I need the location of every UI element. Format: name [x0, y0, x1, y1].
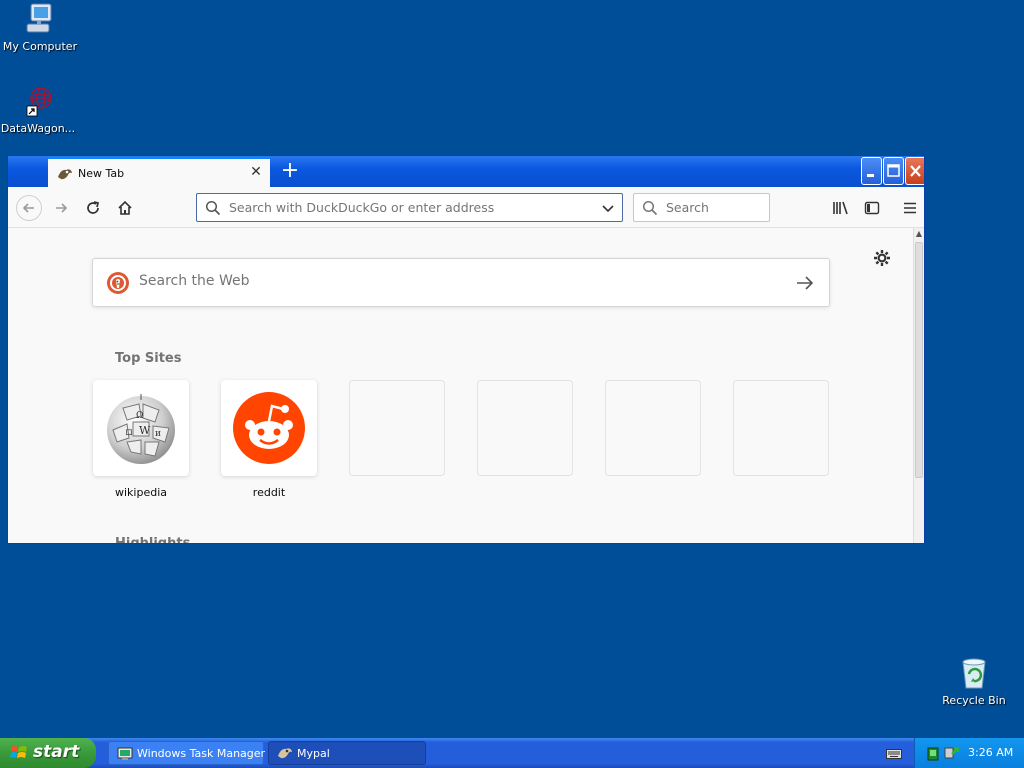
tab-new-tab[interactable]: New Tab ✕	[48, 157, 270, 188]
scroll-up-icon[interactable]: ▲	[914, 228, 924, 240]
minimize-button[interactable]	[861, 157, 882, 185]
taskbar-item-task-manager[interactable]: Windows Task Manager	[108, 741, 266, 765]
top-site-placeholder[interactable]	[733, 380, 829, 476]
reddit-alien-icon	[233, 392, 305, 464]
window-titlebar[interactable]: New Tab ✕ +	[8, 156, 924, 188]
system-clock[interactable]: 3:26 AM	[968, 746, 1013, 759]
svg-text:ロ: ロ	[125, 428, 133, 437]
task-manager-icon	[117, 746, 133, 765]
maximize-icon	[887, 164, 900, 177]
top-site-reddit[interactable]: reddit	[221, 380, 317, 499]
browser-window: New Tab ✕ + Search with DuckDuckGo or en…	[7, 155, 925, 544]
back-button[interactable]	[16, 195, 42, 221]
top-site-tile[interactable]: Ω W и ロ	[93, 380, 189, 476]
new-tab-plus-icon[interactable]: +	[278, 160, 302, 184]
keyboard-icon[interactable]	[886, 746, 902, 765]
search-input[interactable]	[666, 200, 766, 215]
duckduckgo-icon	[106, 271, 130, 299]
home-button[interactable]	[112, 195, 138, 221]
library-button[interactable]	[828, 195, 854, 221]
desktop-icon-recycle-bin[interactable]: Recycle Bin	[934, 656, 1014, 707]
top-site-empty[interactable]	[349, 380, 445, 476]
computer-icon	[26, 3, 52, 33]
forward-button[interactable]	[48, 195, 74, 221]
nav-toolbar	[8, 187, 924, 228]
recycle-bin-icon	[962, 658, 986, 689]
scrollbar-thumb[interactable]	[915, 242, 923, 478]
top-sites-heading: Top Sites	[115, 351, 182, 366]
desktop-icon-datawagon[interactable]: DataWagon...	[0, 84, 78, 135]
taskbar: start Windows Task Manager Mypal 3:26 AM	[0, 738, 1024, 768]
tab-close-icon[interactable]: ✕	[248, 164, 264, 180]
search-icon	[205, 200, 221, 220]
start-label: start	[33, 742, 80, 762]
web-search-box[interactable]	[92, 258, 830, 307]
top-site-empty[interactable]	[477, 380, 573, 476]
chevron-down-icon[interactable]	[600, 200, 616, 220]
sidebar-icon	[864, 201, 880, 215]
top-site-label: wikipedia	[114, 486, 167, 499]
minimize-icon	[867, 174, 874, 177]
datawagon-icon	[26, 87, 52, 117]
taskbar-item-label: Mypal	[297, 747, 330, 760]
system-tray: 3:26 AM	[914, 738, 1024, 768]
desktop-icon-label: My Computer	[2, 40, 78, 53]
windows-logo-icon	[10, 744, 28, 767]
address-bar[interactable]	[196, 193, 623, 222]
close-icon	[910, 165, 921, 177]
svg-text:и: и	[155, 429, 161, 439]
menu-button[interactable]	[897, 195, 923, 221]
search-bar[interactable]	[633, 193, 770, 222]
top-site-placeholder[interactable]	[477, 380, 573, 476]
mypal-icon	[57, 166, 73, 185]
highlights-heading: Highlights	[115, 536, 191, 544]
home-icon	[118, 200, 132, 215]
taskbar-item-mypal[interactable]: Mypal	[268, 741, 426, 765]
address-input[interactable]	[229, 200, 589, 215]
library-icon	[833, 201, 848, 215]
desktop-icon-my-computer[interactable]: My Computer	[0, 2, 80, 53]
tab-title: New Tab	[78, 167, 125, 180]
top-site-empty[interactable]	[605, 380, 701, 476]
close-button[interactable]	[905, 157, 924, 185]
svg-text:W: W	[139, 424, 151, 437]
wikipedia-globe-icon: Ω W и ロ	[107, 394, 175, 464]
safely-remove-icon[interactable]	[943, 745, 959, 765]
arrow-right-icon[interactable]	[795, 273, 815, 297]
svg-text:Ω: Ω	[136, 411, 143, 421]
vertical-scrollbar[interactable]: ▲	[913, 228, 924, 543]
top-site-wikipedia[interactable]: Ω W и ロ wikipedia	[93, 380, 189, 499]
web-search-input[interactable]	[139, 273, 759, 289]
top-site-tile[interactable]	[221, 380, 317, 476]
top-site-label: reddit	[252, 486, 286, 499]
maximize-button[interactable]	[883, 157, 904, 185]
top-site-placeholder[interactable]	[349, 380, 445, 476]
top-site-placeholder[interactable]	[605, 380, 701, 476]
back-arrow-icon	[22, 203, 34, 213]
reload-icon	[87, 201, 100, 214]
top-site-empty[interactable]	[733, 380, 829, 476]
mypal-icon	[277, 746, 293, 763]
taskbar-item-label: Windows Task Manager	[137, 747, 266, 760]
desktop-icon-label: Recycle Bin	[942, 694, 1006, 707]
start-button[interactable]: start	[0, 738, 96, 768]
hamburger-menu-icon	[904, 202, 916, 214]
search-icon	[642, 200, 658, 220]
desktop-icon-label: DataWagon...	[0, 122, 76, 135]
network-status-icon[interactable]	[927, 746, 939, 765]
sidebar-button[interactable]	[859, 195, 885, 221]
gear-icon[interactable]	[873, 249, 891, 271]
new-tab-page: Top Sites Ω W и ロ wikipedia	[8, 228, 914, 544]
forward-arrow-icon	[56, 203, 68, 213]
reload-button[interactable]	[80, 195, 106, 221]
